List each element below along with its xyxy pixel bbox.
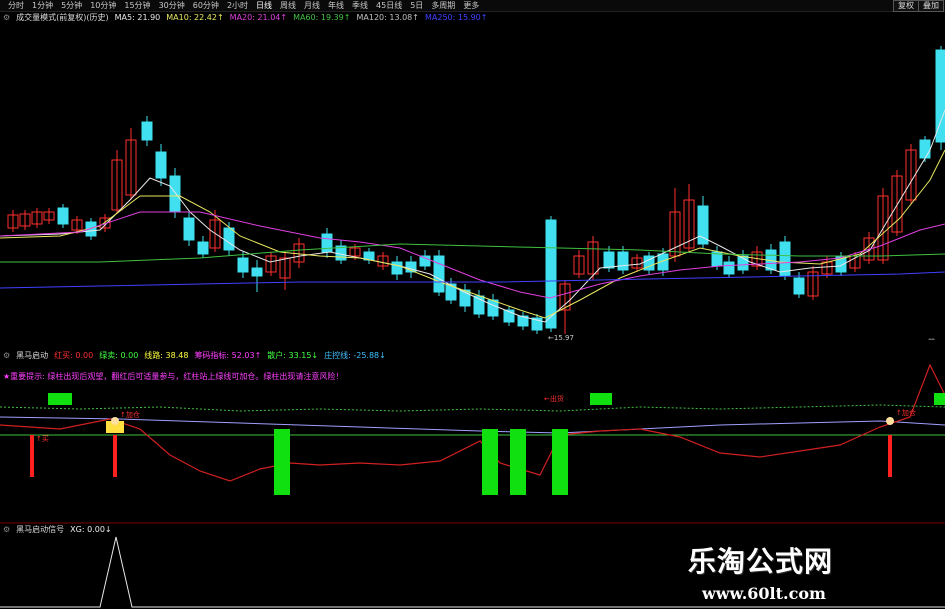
sell-signal-bar: [274, 429, 290, 495]
candle: [223, 227, 235, 251]
candle: [321, 233, 333, 253]
main-candlestick-chart[interactable]: ←15.97 前: [0, 0, 945, 340]
watermark-title: 乐淘公式网: [688, 545, 834, 578]
sell-signal-bar: [552, 429, 568, 495]
signal-label: ↑买: [36, 435, 49, 443]
candle: [433, 255, 445, 293]
watermark: 乐淘公式网 www.60lt.com: [688, 540, 908, 603]
candle: [197, 241, 209, 255]
watermark-url: www.60lt.com: [702, 584, 826, 603]
candle: [935, 49, 945, 143]
sell-signal-bar: [510, 429, 526, 495]
buy-signal-bar: [30, 435, 34, 477]
money-bag-icon: [111, 417, 119, 425]
sub1-indicator-chart[interactable]: ↑买 ↑加仓 ←出货 ↑加仓: [0, 345, 945, 525]
candle: [169, 175, 181, 213]
exit-signal-block: [590, 393, 612, 405]
ma-line-3: [0, 243, 945, 263]
candle: [155, 151, 167, 179]
candle: [391, 261, 403, 275]
candle: [723, 261, 735, 275]
money-bag-icon: [886, 417, 894, 425]
candle: [183, 217, 195, 241]
candle: [603, 251, 615, 269]
candle: [445, 283, 457, 301]
candle: [919, 139, 931, 159]
signal-label: ←出货: [544, 394, 564, 403]
candle: [251, 267, 263, 277]
candle: [487, 299, 499, 317]
candle: [141, 121, 153, 141]
exit-signal-block: [48, 393, 72, 405]
sell-signal-bar: [482, 429, 498, 495]
signal-label: ↑加仓: [896, 408, 916, 417]
candle: [793, 277, 805, 295]
right-marker-label: 前: [928, 337, 935, 340]
exit-signal-block: [934, 393, 945, 405]
candle: [237, 257, 249, 273]
candle: [617, 251, 629, 271]
candle: [545, 219, 557, 329]
candle: [57, 207, 69, 225]
low-price-label: ←15.97: [548, 334, 574, 340]
buy-signal-bar: [113, 435, 117, 477]
dotted-line: [0, 404, 945, 412]
buy-signal-bar: [888, 435, 892, 477]
signal-label: ↑加仓: [120, 410, 140, 419]
candle: [697, 205, 709, 245]
